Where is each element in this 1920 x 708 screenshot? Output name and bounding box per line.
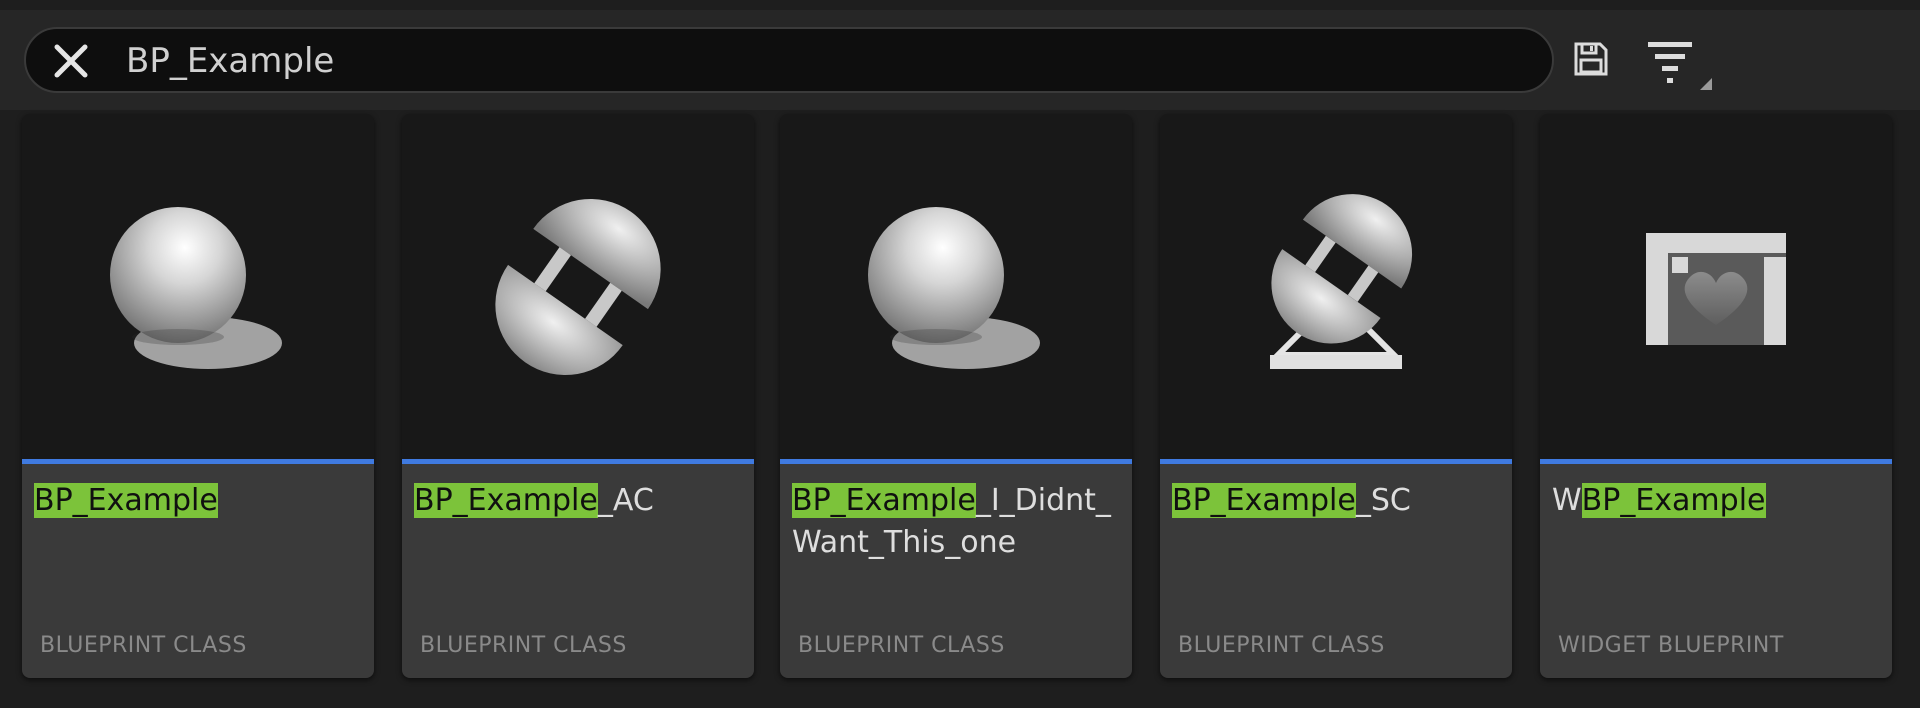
filter-icon (1648, 42, 1712, 90)
search-input[interactable] (126, 35, 1506, 87)
asset-name-match: BP_Example (34, 483, 218, 518)
asset-type: BLUEPRINT CLASS (420, 633, 627, 658)
save-icon (1574, 42, 1608, 76)
asset-info: BP_Example_AC BLUEPRINT CLASS (402, 464, 754, 678)
asset-thumbnail (22, 114, 374, 459)
asset-tile[interactable]: BP_Example BLUEPRINT CLASS (22, 114, 374, 678)
asset-type: WIDGET BLUEPRINT (1558, 633, 1784, 658)
asset-name-suffix: _AC (597, 483, 654, 518)
actor-icon (110, 206, 282, 369)
asset-thumbnail (1540, 114, 1892, 459)
asset-name: BP_Example_SC (1172, 480, 1502, 522)
asset-type: BLUEPRINT CLASS (1178, 633, 1385, 658)
asset-grid: BP_Example BLUEPRINT CLASS BP_Example_AC (0, 110, 1920, 708)
actor-icon (868, 206, 1040, 369)
actor-component-icon (495, 198, 661, 375)
asset-info: BP_Example BLUEPRINT CLASS (22, 464, 374, 678)
asset-thumbnail (780, 114, 1132, 459)
asset-info: WBP_Example WIDGET BLUEPRINT (1540, 464, 1892, 678)
asset-name: BP_Example_I_Didnt_Want_This_one (792, 480, 1122, 564)
asset-type: BLUEPRINT CLASS (798, 633, 1005, 658)
search-toolbar (0, 0, 1920, 110)
asset-name-match: BP_Example (1172, 483, 1356, 518)
asset-name-suffix: _SC (1355, 483, 1411, 518)
asset-name-prefix: W (1552, 483, 1582, 518)
asset-name: WBP_Example (1552, 480, 1882, 522)
asset-thumbnail (402, 114, 754, 459)
content-browser: BP_Example BLUEPRINT CLASS BP_Example_AC (0, 0, 1920, 708)
asset-name-match: BP_Example (792, 483, 976, 518)
save-search-button[interactable] (1570, 38, 1612, 80)
search-box (24, 27, 1554, 93)
asset-info: BP_Example_SC BLUEPRINT CLASS (1160, 464, 1512, 678)
clear-search-button[interactable] (48, 38, 94, 84)
asset-tile[interactable]: BP_Example_I_Didnt_Want_This_one BLUEPRI… (780, 114, 1132, 678)
asset-name: BP_Example (34, 480, 364, 522)
widget-blueprint-icon (1646, 232, 1786, 345)
asset-name-match: BP_Example (1581, 483, 1766, 518)
close-icon (54, 44, 88, 78)
asset-name: BP_Example_AC (414, 480, 744, 522)
asset-tile[interactable]: BP_Example_AC BLUEPRINT CLASS (402, 114, 754, 678)
asset-name-match: BP_Example (414, 483, 598, 518)
asset-type: BLUEPRINT CLASS (40, 633, 247, 658)
asset-tile[interactable]: BP_Example_SC BLUEPRINT CLASS (1160, 114, 1512, 678)
filter-button[interactable] (1640, 34, 1716, 94)
asset-info: BP_Example_I_Didnt_Want_This_one BLUEPRI… (780, 464, 1132, 678)
asset-thumbnail (1160, 114, 1512, 459)
asset-tile[interactable]: WBP_Example WIDGET BLUEPRINT (1540, 114, 1892, 678)
toolbar-edge (0, 0, 1920, 10)
scene-component-icon (1270, 193, 1413, 369)
